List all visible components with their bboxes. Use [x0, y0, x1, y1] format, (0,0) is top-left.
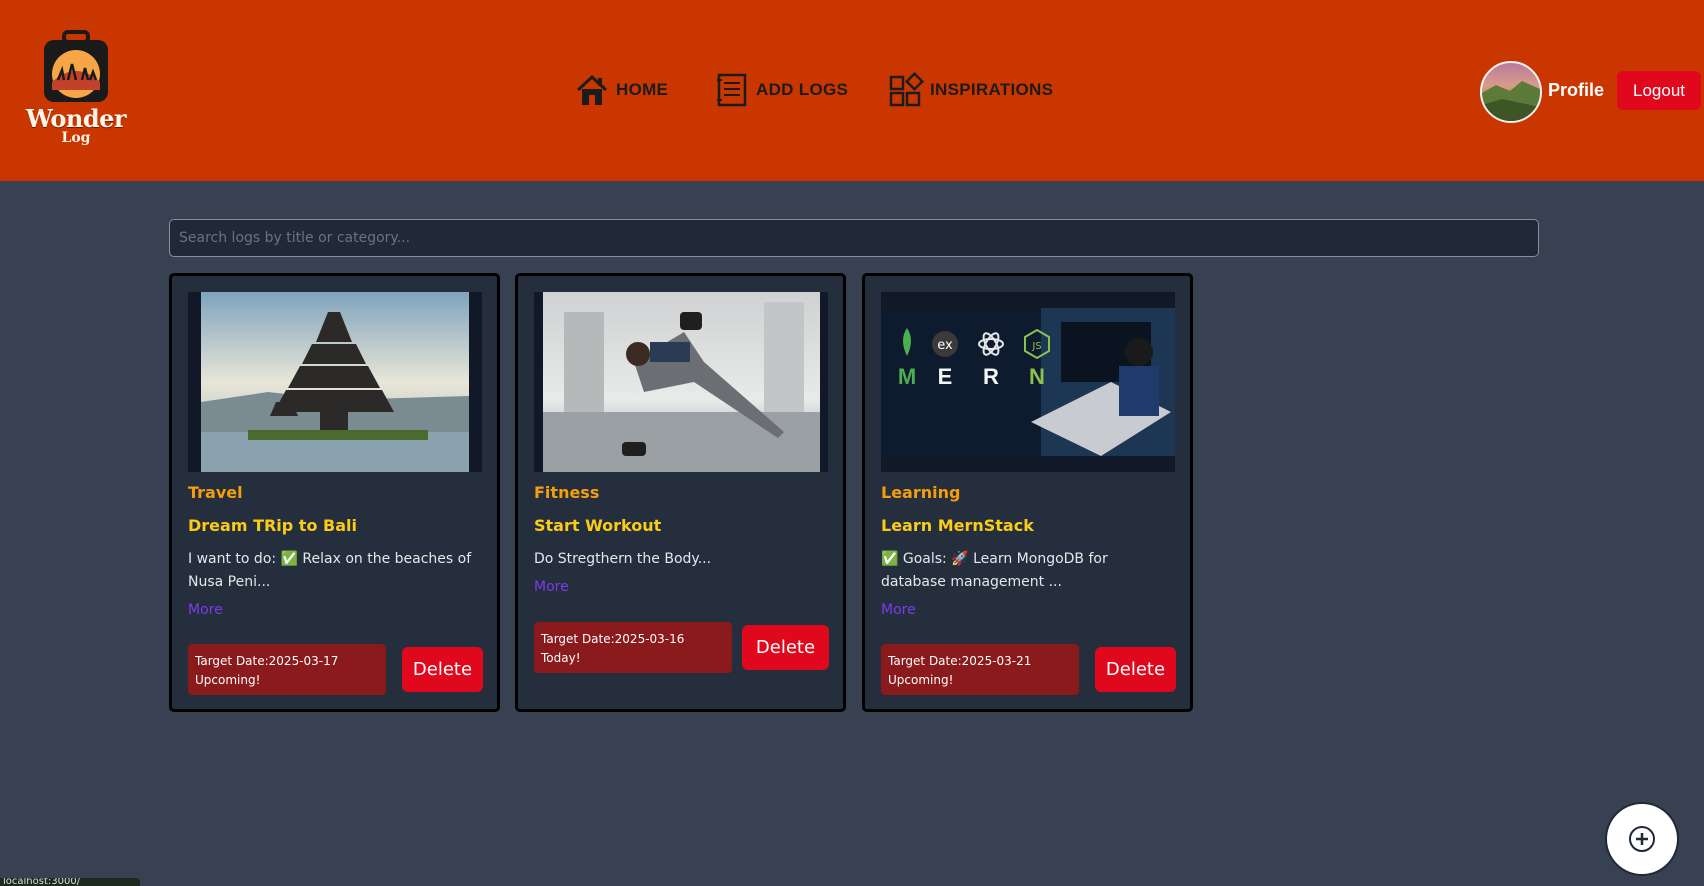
- nav-inspirations-wrap: INSPIRATIONS: [888, 72, 1053, 108]
- target-date-badge: Target Date:2025-03-21 Upcoming!: [881, 644, 1079, 695]
- search-input[interactable]: [169, 219, 1539, 257]
- card-title: Start Workout: [534, 516, 662, 535]
- delete-button[interactable]: Delete: [1095, 647, 1176, 692]
- plus-icon: [1629, 826, 1655, 852]
- card-title: Learn MernStack: [881, 516, 1034, 535]
- target-status-text: Today!: [541, 651, 581, 665]
- app-header: Wonder Log HOME ADD LOGS INSPIRATIONS Pr…: [0, 0, 1704, 181]
- mern-letter-m: M: [898, 364, 916, 389]
- more-link[interactable]: More: [188, 602, 223, 618]
- card-title: Dream TRip to Bali: [188, 516, 357, 535]
- nav-inspirations[interactable]: INSPIRATIONS: [888, 72, 1053, 108]
- target-date-badge: Target Date:2025-03-16 Today!: [534, 622, 732, 673]
- mern-badge-js: JS: [1031, 341, 1041, 352]
- nav-home[interactable]: HOME: [574, 72, 668, 108]
- target-date-badge: Target Date:2025-03-17 Upcoming!: [188, 644, 386, 695]
- card-image-workout: [534, 292, 828, 472]
- mern-letter-n: N: [1029, 364, 1045, 389]
- delete-button[interactable]: Delete: [742, 625, 829, 670]
- log-card: Travel Dream TRip to Bali I want to do: …: [169, 273, 500, 712]
- card-category: Travel: [188, 483, 243, 502]
- avatar[interactable]: [1480, 61, 1542, 123]
- nav-inspirations-label: INSPIRATIONS: [930, 80, 1054, 99]
- card-image-mern: ex JS M E R N: [881, 292, 1175, 472]
- avatar-landscape-image: [1482, 81, 1540, 121]
- logo-wordmark: Wonder: [25, 104, 127, 133]
- mern-letter-r: R: [983, 364, 999, 389]
- card-category: Fitness: [534, 483, 600, 502]
- delete-button[interactable]: Delete: [402, 647, 483, 692]
- notebook-icon: [717, 73, 747, 107]
- add-log-fab[interactable]: [1607, 804, 1677, 874]
- status-bar-url: localhost:3000/: [0, 878, 140, 886]
- mern-badge-ex: ex: [937, 338, 953, 353]
- target-date-text: Target Date:2025-03-16: [541, 632, 685, 646]
- target-status-text: Upcoming!: [888, 673, 954, 687]
- card-category: Learning: [881, 483, 961, 502]
- suitcase-logo-icon: [44, 30, 108, 102]
- logo-subtitle: Log: [61, 130, 91, 146]
- profile-link[interactable]: Profile: [1548, 80, 1604, 101]
- grid-icon: [889, 72, 924, 107]
- card-description: ✅ Goals: 🚀 Learn MongoDB for database ma…: [881, 551, 1108, 590]
- nav-add-logs-label: ADD LOGS: [756, 80, 849, 99]
- card-description: Do Stregthern the Body...: [534, 551, 712, 567]
- app-logo[interactable]: Wonder Log: [24, 30, 128, 148]
- logout-button[interactable]: Logout: [1617, 71, 1701, 110]
- log-card: Fitness Start Workout Do Stregthern the …: [515, 273, 846, 712]
- nav-addlogs-wrap: ADD LOGS: [714, 72, 848, 108]
- card-image-temple: [188, 292, 482, 472]
- more-link[interactable]: More: [881, 602, 916, 618]
- log-card: ex JS M E R N Learning Learn MernStack ✅…: [862, 273, 1193, 712]
- target-status-text: Upcoming!: [195, 673, 261, 687]
- mern-letter-e: E: [938, 364, 953, 389]
- nav-add-logs[interactable]: ADD LOGS: [714, 72, 848, 108]
- main-nav: HOME: [574, 72, 668, 108]
- target-date-text: Target Date:2025-03-17: [195, 654, 339, 668]
- nav-home-label: HOME: [616, 80, 669, 99]
- more-link[interactable]: More: [534, 579, 569, 595]
- target-date-text: Target Date:2025-03-21: [888, 654, 1032, 668]
- home-icon: [576, 74, 608, 105]
- card-description: I want to do: ✅ Relax on the beaches of …: [188, 551, 472, 590]
